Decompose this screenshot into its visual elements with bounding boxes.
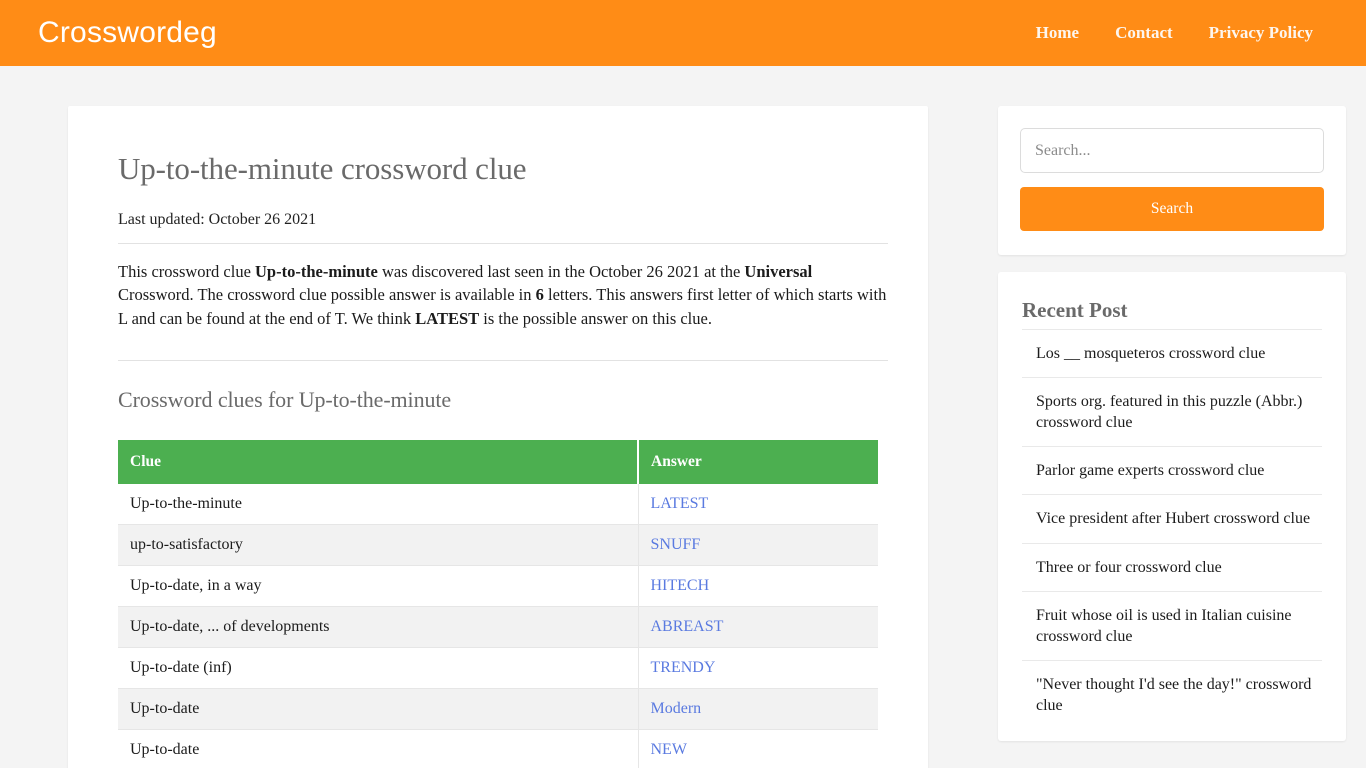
recent-post-link[interactable]: "Never thought I'd see the day!" crosswo… xyxy=(1036,674,1322,716)
list-item: Vice president after Hubert crossword cl… xyxy=(1022,494,1322,542)
list-item: Sports org. featured in this puzzle (Abb… xyxy=(1022,377,1322,446)
post-card: Up-to-the-minute crossword clue Last upd… xyxy=(68,106,928,768)
list-item: Parlor game experts crossword clue xyxy=(1022,446,1322,494)
recent-post-list: Los __ mosqueteros crossword clue Sports … xyxy=(1022,329,1322,729)
cell-clue: Up-to-date, ... of developments xyxy=(118,606,639,649)
answer-link[interactable]: NEW xyxy=(651,741,687,758)
list-item: Fruit whose oil is used in Italian cuisi… xyxy=(1022,590,1322,660)
desc-letters-bold: 6 xyxy=(535,285,544,305)
desc-part-2: was discovered last seen in the October … xyxy=(377,261,745,281)
desc-publisher-bold: Universal xyxy=(744,261,813,281)
table-header-row: Clue Answer xyxy=(118,440,878,485)
list-item: Three or four crossword clue xyxy=(1022,542,1322,591)
nav-link-home[interactable]: Home xyxy=(1018,15,1097,51)
answer-link[interactable]: HITECH xyxy=(651,577,710,594)
last-updated-text: Last updated: October 26 2021 xyxy=(118,210,317,228)
cell-clue: Up-to-date (inf) xyxy=(118,647,639,690)
desc-part-3: Crossword. The crossword clue possible a… xyxy=(118,285,536,305)
cell-clue: up-to-satisfactory xyxy=(118,524,639,567)
answer-link[interactable]: TRENDY xyxy=(651,659,716,676)
answer-link[interactable]: Modern xyxy=(651,700,702,717)
desc-clue-bold: Up-to-the-minute xyxy=(255,261,378,281)
main-content-column: Up-to-the-minute crossword clue Last upd… xyxy=(68,106,928,768)
cell-clue: Up-to-date, in a way xyxy=(118,565,639,608)
recent-post-link[interactable]: Vice president after Hubert crossword cl… xyxy=(1036,508,1322,529)
crossword-clues-table: Clue Answer Up-to-the-minute LATEST up-to-… xyxy=(118,440,878,768)
table-row: Up-to-date, ... of developments ABREAST xyxy=(118,606,878,649)
desc-part-1: This crossword clue xyxy=(118,261,256,281)
page-title: Up-to-the-minute crossword clue xyxy=(118,151,527,186)
table-row: Up-to-date (inf) TRENDY xyxy=(118,647,878,690)
table-row: Up-to-date Modern xyxy=(118,688,878,731)
table-row: up-to-satisfactory SNUFF xyxy=(118,524,878,567)
desc-answer-bold: LATEST xyxy=(415,308,480,328)
nav-link-contact[interactable]: Contact xyxy=(1097,15,1191,51)
search-widget: Search xyxy=(998,106,1346,255)
column-header-answer: Answer xyxy=(638,440,878,485)
table-body: Up-to-the-minute LATEST up-to-satisfactory… xyxy=(118,484,878,768)
recent-post-link[interactable]: Sports org. featured in this puzzle (Abb… xyxy=(1036,391,1322,433)
answer-link[interactable]: LATEST xyxy=(651,495,709,512)
recent-post-link[interactable]: Los __ mosqueteros crossword clue xyxy=(1036,343,1322,364)
main-navigation: Home Contact Privacy Policy xyxy=(1018,15,1331,51)
recent-post-link[interactable]: Fruit whose oil is used in Italian cuisi… xyxy=(1036,605,1322,647)
desc-part-5: is the possible answer on this clue. xyxy=(479,308,712,328)
recent-post-title: Recent Post xyxy=(1022,298,1128,322)
site-logo[interactable]: Crosswordeg xyxy=(38,18,217,48)
cell-clue: Up-to-the-minute xyxy=(118,484,639,526)
list-item: "Never thought I'd see the day!" crosswo… xyxy=(1022,659,1322,729)
cell-answer: TRENDY xyxy=(638,647,878,690)
cell-answer: NEW xyxy=(638,729,878,768)
cell-answer: LATEST xyxy=(638,484,878,526)
recent-post-link[interactable]: Three or four crossword clue xyxy=(1036,557,1322,578)
list-item: Los __ mosqueteros crossword clue xyxy=(1022,329,1322,377)
cell-answer: Modern xyxy=(638,688,878,731)
column-header-clue: Clue xyxy=(118,440,639,485)
divider-bottom xyxy=(118,360,888,362)
cell-answer: ABREAST xyxy=(638,606,878,649)
cell-answer: HITECH xyxy=(638,565,878,608)
answer-link[interactable]: SNUFF xyxy=(651,536,701,553)
post-description: This crossword clue Up-to-the-minute was… xyxy=(118,244,888,346)
nav-link-privacy-policy[interactable]: Privacy Policy xyxy=(1191,15,1331,51)
table-row: Up-to-the-minute LATEST xyxy=(118,484,878,526)
recent-post-link[interactable]: Parlor game experts crossword clue xyxy=(1036,460,1322,481)
cell-clue: Up-to-date xyxy=(118,729,639,768)
sidebar-column: Search Recent Post Los __ mosqueteros cr… xyxy=(998,106,1346,742)
cell-clue: Up-to-date xyxy=(118,688,639,731)
page-body: Up-to-the-minute crossword clue Last upd… xyxy=(0,66,1366,768)
answer-link[interactable]: ABREAST xyxy=(651,618,724,635)
search-button[interactable]: Search xyxy=(1020,187,1324,231)
search-input[interactable] xyxy=(1020,128,1324,173)
table-row: Up-to-date, in a way HITECH xyxy=(118,565,878,608)
table-row: Up-to-date NEW xyxy=(118,729,878,768)
cell-answer: SNUFF xyxy=(638,524,878,567)
section-title: Crossword clues for Up-to-the-minute xyxy=(118,387,452,413)
recent-post-widget: Recent Post Los __ mosqueteros crossword… xyxy=(998,272,1346,742)
table-head: Clue Answer xyxy=(118,440,878,485)
site-header: Crosswordeg Home Contact Privacy Policy xyxy=(0,0,1366,66)
